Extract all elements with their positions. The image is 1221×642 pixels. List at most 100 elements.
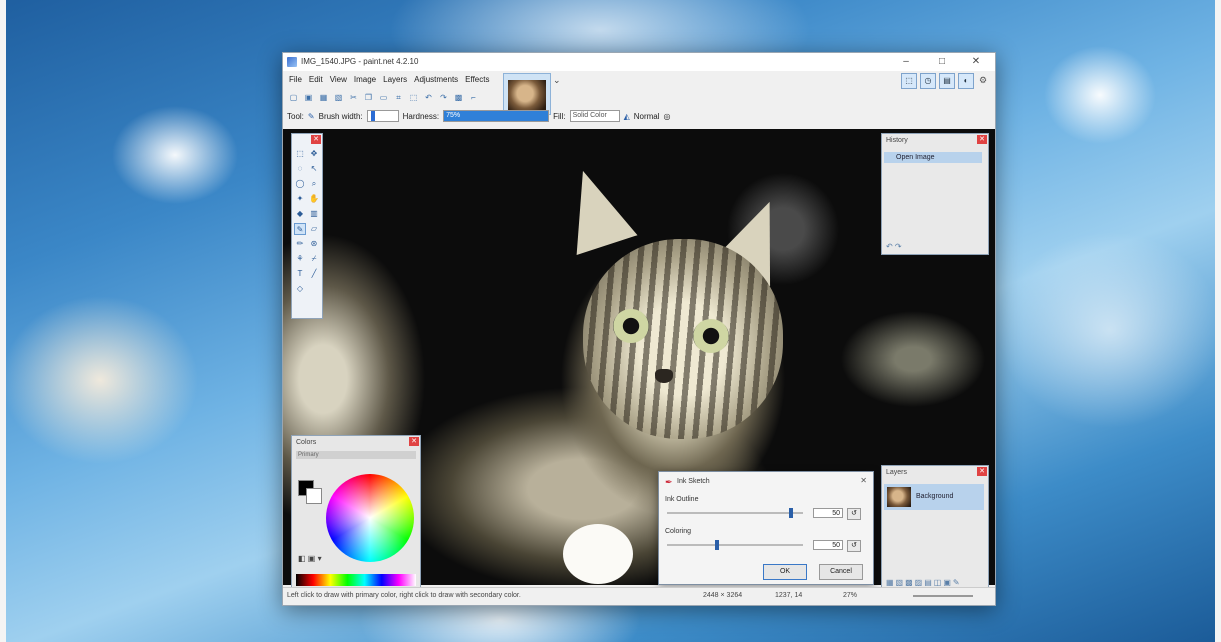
color-wheel[interactable]	[326, 474, 414, 562]
zoom-level[interactable]: 27%	[843, 592, 857, 599]
move-icon[interactable]: ✥	[308, 148, 320, 160]
history-close-icon[interactable]: ✕	[977, 135, 987, 144]
colors-close-icon[interactable]: ✕	[409, 437, 419, 446]
crop-icon[interactable]: ⌗	[392, 91, 405, 104]
dialog-title: Ink Sketch	[677, 478, 710, 485]
brush-width-field[interactable]	[366, 110, 399, 122]
close-button[interactable]: ✕	[963, 54, 989, 70]
dialog-close-icon[interactable]: ✕	[860, 476, 867, 485]
deselect-icon[interactable]: ⬚	[407, 91, 420, 104]
color-mode-selector[interactable]: Primary	[296, 451, 416, 459]
ruler-icon[interactable]: ⌐	[467, 91, 480, 104]
zoom-slider[interactable]	[913, 595, 973, 597]
history-window-icon[interactable]: ◷	[920, 73, 936, 89]
new-icon[interactable]: ▢	[287, 91, 300, 104]
menu-view[interactable]: View	[330, 73, 347, 87]
ink-outline-reset-icon[interactable]: ↺	[847, 508, 861, 520]
layers-close-icon[interactable]: ✕	[977, 467, 987, 476]
color-palette[interactable]	[296, 574, 416, 586]
clone-stamp-icon[interactable]: ⊛	[308, 238, 320, 250]
cut-icon[interactable]: ✂	[347, 91, 360, 104]
fill-dropdown[interactable]: Solid Color	[569, 110, 620, 122]
status-bar: Left click to draw with primary color, r…	[283, 587, 995, 604]
layers-panel: Layers ✕ Background ▦▧▩▨▤◫▣✎	[881, 465, 989, 591]
color-picker-icon[interactable]: ⌿	[308, 253, 320, 265]
image-size: 2448 × 3264	[703, 592, 743, 599]
cat-eye-right	[693, 319, 729, 353]
help-icon[interactable]: ?	[992, 73, 995, 87]
coloring-slider[interactable]	[667, 540, 803, 550]
colors-panel: Colors ✕ Primary ◧ ▣ ▾	[291, 435, 421, 591]
open-icon[interactable]: ▣	[302, 91, 315, 104]
menu-effects[interactable]: Effects	[465, 73, 489, 87]
lasso-icon[interactable]: ◌	[294, 163, 306, 175]
ink-outline-value[interactable]: 50	[813, 508, 843, 518]
rectangle-select-icon[interactable]: ⬚	[294, 148, 306, 160]
colors-window-icon[interactable]: ◐	[958, 73, 974, 89]
shapes-icon[interactable]: ◇	[294, 283, 306, 295]
history-item[interactable]: Open Image	[884, 152, 982, 163]
tool-options-bar: Tool: ✎ Brush width: Hardness: 75% Fill:…	[287, 109, 670, 123]
pan-icon[interactable]: ✋	[308, 193, 320, 205]
ink-sketch-icon: ✒	[665, 477, 673, 487]
coloring-slider-thumb[interactable]	[715, 540, 719, 550]
eraser-icon[interactable]: ▱	[308, 223, 320, 235]
color-options-icons[interactable]: ◧ ▣ ▾	[298, 554, 322, 563]
ink-outline-slider-thumb[interactable]	[789, 508, 793, 518]
menu-layers[interactable]: Layers	[383, 73, 407, 87]
grid-icon[interactable]: ▩	[452, 91, 465, 104]
hardness-slider[interactable]: 75%	[443, 110, 550, 122]
paste-icon[interactable]: ▭	[377, 91, 390, 104]
ok-button[interactable]: OK	[763, 564, 807, 580]
line-icon[interactable]: ╱	[308, 268, 320, 280]
hardness-label: Hardness:	[402, 111, 440, 121]
coloring-reset-icon[interactable]: ↺	[847, 540, 861, 552]
ink-outline-label: Ink Outline	[665, 496, 699, 503]
menu-image[interactable]: Image	[354, 73, 376, 87]
ellipse-select-icon[interactable]: ◯	[294, 178, 306, 190]
zoom-icon[interactable]: ⌕	[308, 178, 320, 190]
paintbrush-tool-icon[interactable]: ✎	[294, 223, 306, 235]
undo-icon[interactable]: ↶	[422, 91, 435, 104]
alpha-icon[interactable]: ◎	[664, 112, 671, 121]
tools-window-icon[interactable]: ⬚	[901, 73, 917, 89]
history-undo-redo-icons[interactable]: ↶ ↷	[886, 242, 902, 251]
paintbrush-icon[interactable]: ✎	[308, 112, 315, 121]
layer-item[interactable]: Background	[884, 484, 984, 510]
secondary-color-swatch[interactable]	[306, 488, 322, 504]
ink-sketch-dialog: ✒ Ink Sketch ✕ Ink Outline 50 ↺ Coloring…	[658, 471, 874, 585]
main-toolbar: ▢ ▣ ▦ ▧ ✂ ❐ ▭ ⌗ ⬚ ↶ ↷ ▩ ⌐	[287, 91, 480, 104]
tab-scroll-arrow-icon[interactable]: ⌄	[553, 75, 561, 86]
blend-mode-icon[interactable]: ◭	[624, 112, 630, 121]
recolor-icon[interactable]: ⚘	[294, 253, 306, 265]
menu-edit[interactable]: Edit	[309, 73, 323, 87]
gradient-icon[interactable]: ▥	[308, 208, 320, 220]
copy-icon[interactable]: ❐	[362, 91, 375, 104]
minimize-button[interactable]: –	[893, 54, 919, 70]
menu-file[interactable]: File	[289, 73, 302, 87]
settings-gear-icon[interactable]: ⚙	[977, 73, 989, 87]
colors-title: Colors	[296, 439, 317, 446]
layers-window-icon[interactable]: ▤	[939, 73, 955, 89]
bucket-icon[interactable]: ◆	[294, 208, 306, 220]
blend-mode-dropdown[interactable]: Normal	[634, 112, 660, 121]
menu-adjustments[interactable]: Adjustments	[414, 73, 458, 87]
cancel-button[interactable]: Cancel	[819, 564, 863, 580]
print-icon[interactable]: ▧	[332, 91, 345, 104]
redo-icon[interactable]: ↷	[437, 91, 450, 104]
history-panel: History ✕ Open Image ↶ ↷	[881, 133, 989, 255]
fill-label: Fill:	[553, 111, 566, 121]
maximize-button[interactable]: □	[929, 54, 955, 70]
image-tab-thumbnail	[508, 80, 546, 110]
text-icon[interactable]: T	[294, 268, 306, 280]
pencil-icon[interactable]: ✏	[294, 238, 306, 250]
magic-wand-icon[interactable]: ✦	[294, 193, 306, 205]
tools-close-icon[interactable]: ✕	[311, 135, 321, 144]
hardness-value: 75%	[444, 111, 549, 121]
layer-controls-icons[interactable]: ▦▧▩▨▤◫▣✎	[886, 578, 962, 587]
move-selection-icon[interactable]: ↖	[308, 163, 320, 175]
save-icon[interactable]: ▦	[317, 91, 330, 104]
coloring-label: Coloring	[665, 528, 692, 535]
ink-outline-slider[interactable]	[667, 508, 803, 518]
coloring-value[interactable]: 50	[813, 540, 843, 550]
